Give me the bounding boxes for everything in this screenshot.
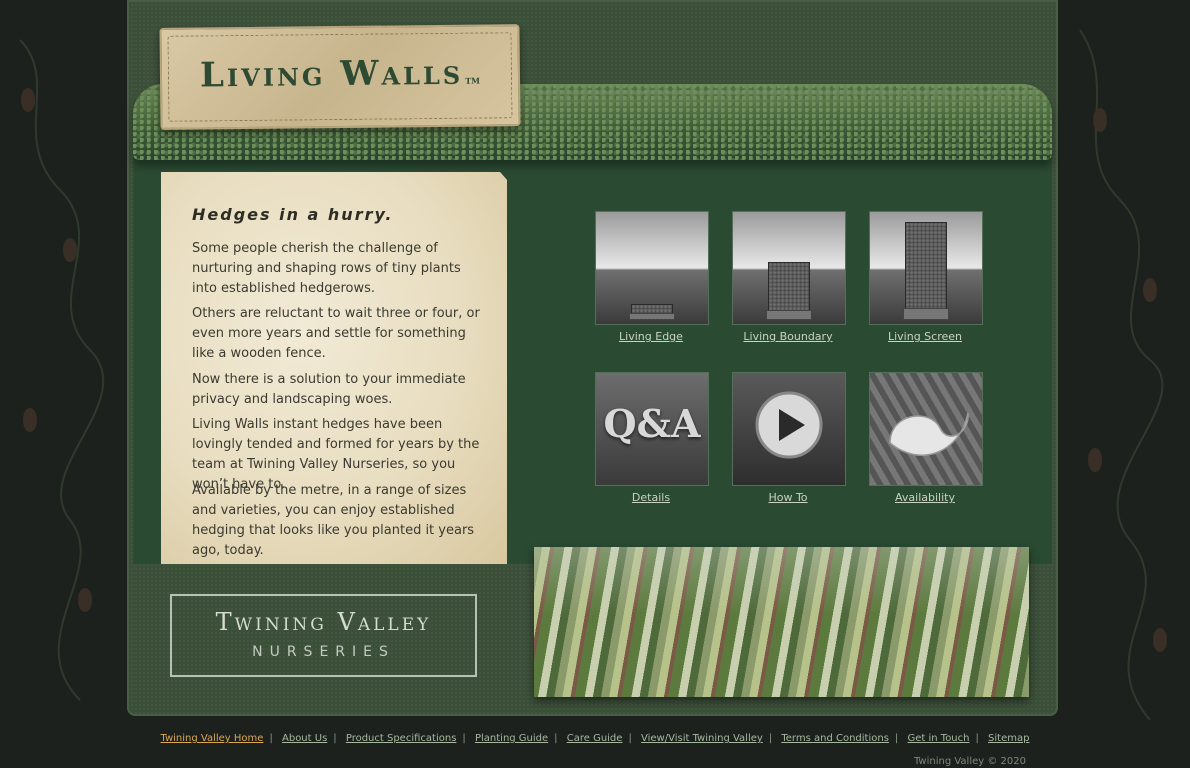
swirl-icon [889, 412, 969, 456]
living-boundary-link[interactable]: Living Boundary [718, 330, 858, 343]
footer-link-about[interactable]: About Us [282, 733, 327, 744]
intro-heading: Hedges in a hurry. [192, 205, 394, 224]
nursery-subtitle: NURSERIES [252, 644, 395, 660]
footer-link-home[interactable]: Twining Valley Home [161, 733, 264, 744]
living-edge-image[interactable] [595, 211, 709, 325]
play-icon [755, 391, 823, 459]
twining-valley-logo[interactable]: Twining Valley NURSERIES [170, 594, 477, 677]
copyright-text: Twining Valley © 2020 [913, 756, 1026, 767]
how-to-link[interactable]: How To [718, 491, 858, 504]
living-boundary-image[interactable] [732, 211, 846, 325]
intro-paragraph-2: Others are reluctant to wait three or fo… [192, 306, 480, 361]
intro-paragraph-5: Available by the metre, in a range of si… [192, 483, 475, 558]
logo-title-text: Living Walls [199, 52, 464, 96]
details-link[interactable]: Details [581, 491, 721, 504]
nursery-field-photo [534, 547, 1029, 697]
nursery-name: Twining Valley [215, 608, 432, 636]
footer-nav: Twining Valley Home | About Us | Product S… [160, 733, 1030, 744]
availability-image[interactable] [869, 372, 983, 486]
living-walls-logo[interactable]: Living Walls TM [159, 24, 521, 130]
footer-link-planting-guide[interactable]: Planting Guide [475, 733, 548, 744]
footer-link-sitemap[interactable]: Sitemap [988, 733, 1029, 744]
trademark: TM [465, 75, 481, 86]
logo-title: Living Walls TM [162, 52, 518, 96]
footer-link-care-guide[interactable]: Care Guide [567, 733, 623, 744]
living-screen-image[interactable] [869, 211, 983, 325]
how-to-video-image[interactable] [732, 372, 846, 486]
footer-link-terms[interactable]: Terms and Conditions [781, 733, 889, 744]
intro-paragraph-3: Now there is a solution to your immediat… [192, 372, 466, 407]
intro-panel: Hedges in a hurry. Some people cherish t… [161, 172, 507, 564]
footer-link-contact[interactable]: Get in Touch [907, 733, 969, 744]
footer-link-visit[interactable]: View/Visit Twining Valley [641, 733, 763, 744]
footer-link-specifications[interactable]: Product Specifications [346, 733, 457, 744]
availability-link[interactable]: Availability [855, 491, 995, 504]
qa-overlay-text: Q&A [603, 401, 701, 446]
qa-image[interactable]: Q&A [595, 372, 709, 486]
intro-paragraph-1: Some people cherish the challenge of nur… [192, 241, 461, 296]
living-edge-link[interactable]: Living Edge [581, 330, 721, 343]
living-screen-link[interactable]: Living Screen [855, 330, 995, 343]
